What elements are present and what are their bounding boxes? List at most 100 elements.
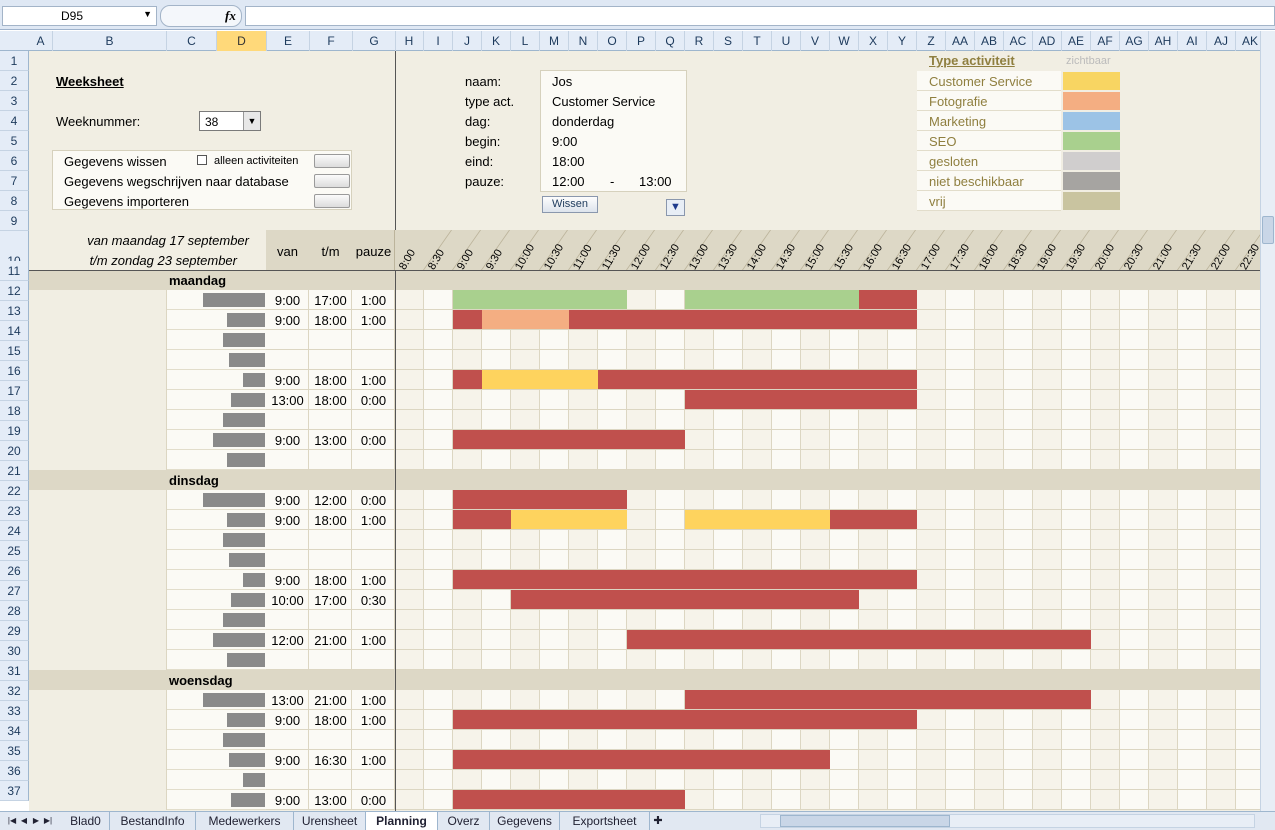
name-box[interactable]: D95 ▼: [2, 6, 157, 26]
time-cell[interactable]: [714, 490, 743, 510]
time-cell[interactable]: [395, 630, 424, 650]
column-header-d[interactable]: D: [217, 31, 267, 51]
time-cell[interactable]: [1033, 650, 1062, 670]
time-cell[interactable]: [1178, 450, 1207, 470]
pauze-cell[interactable]: [352, 330, 395, 350]
column-header-aa[interactable]: AA: [946, 31, 975, 51]
time-cell[interactable]: [830, 330, 859, 350]
time-cell[interactable]: [482, 450, 511, 470]
time-cell[interactable]: [1004, 390, 1033, 410]
time-cell[interactable]: [1178, 690, 1207, 710]
time-cell[interactable]: [1178, 410, 1207, 430]
time-cell[interactable]: [627, 510, 656, 530]
time-cell[interactable]: [1149, 610, 1178, 630]
time-cell[interactable]: [975, 390, 1004, 410]
time-cell[interactable]: [1236, 790, 1260, 810]
time-cell[interactable]: [627, 290, 656, 310]
time-cell[interactable]: [1091, 290, 1120, 310]
time-cell[interactable]: [424, 770, 453, 790]
row-header[interactable]: 21: [0, 461, 29, 481]
time-cell[interactable]: [1178, 750, 1207, 770]
time-cell[interactable]: [1062, 710, 1091, 730]
time-cell[interactable]: [1149, 690, 1178, 710]
time-cell[interactable]: [685, 770, 714, 790]
activity-bar-work[interactable]: [685, 690, 1091, 709]
time-cell[interactable]: [395, 490, 424, 510]
time-cell[interactable]: [627, 770, 656, 790]
column-header-ac[interactable]: AC: [1004, 31, 1033, 51]
row-header[interactable]: 27: [0, 581, 29, 601]
time-cell[interactable]: [1120, 390, 1149, 410]
time-cell[interactable]: [859, 730, 888, 750]
time-cell[interactable]: [1062, 550, 1091, 570]
time-cell[interactable]: [946, 510, 975, 530]
time-cell[interactable]: [1033, 510, 1062, 530]
time-cell[interactable]: [1236, 770, 1260, 790]
time-cell[interactable]: [917, 290, 946, 310]
time-cell[interactable]: [743, 490, 772, 510]
time-cell[interactable]: [830, 350, 859, 370]
time-cell[interactable]: [772, 610, 801, 630]
time-cell[interactable]: [1091, 590, 1120, 610]
time-cell[interactable]: [772, 530, 801, 550]
time-cell[interactable]: [772, 790, 801, 810]
time-cell[interactable]: [395, 390, 424, 410]
time-cell[interactable]: [1149, 730, 1178, 750]
column-header-t[interactable]: T: [743, 31, 772, 51]
time-cell[interactable]: [1120, 290, 1149, 310]
tm-cell[interactable]: [309, 530, 352, 550]
activity-bar-cs[interactable]: [511, 510, 627, 529]
row-header[interactable]: 9: [0, 211, 29, 231]
legend-swatch[interactable]: [1063, 152, 1120, 170]
time-cell[interactable]: [801, 410, 830, 430]
time-cell[interactable]: [1091, 510, 1120, 530]
time-cell[interactable]: [1236, 310, 1260, 330]
activity-bar-work[interactable]: [453, 570, 917, 589]
time-cell[interactable]: [772, 730, 801, 750]
time-cell[interactable]: [1091, 350, 1120, 370]
time-cell[interactable]: [569, 330, 598, 350]
time-cell[interactable]: [1236, 450, 1260, 470]
row-header[interactable]: 32: [0, 681, 29, 701]
time-cell[interactable]: [540, 450, 569, 470]
time-cell[interactable]: [830, 730, 859, 750]
time-cell[interactable]: [511, 410, 540, 430]
time-cell[interactable]: [917, 350, 946, 370]
time-cell[interactable]: [540, 690, 569, 710]
time-cell[interactable]: [714, 550, 743, 570]
time-cell[interactable]: [975, 310, 1004, 330]
time-cell[interactable]: [888, 530, 917, 550]
column-header-ab[interactable]: AB: [975, 31, 1004, 51]
gegevens-wissen-button[interactable]: [314, 154, 350, 168]
column-header-l[interactable]: L: [511, 31, 540, 51]
time-cell[interactable]: [1004, 710, 1033, 730]
time-cell[interactable]: [424, 730, 453, 750]
time-cell[interactable]: [888, 750, 917, 770]
time-cell[interactable]: [1091, 650, 1120, 670]
time-cell[interactable]: [772, 330, 801, 350]
time-cell[interactable]: [1236, 370, 1260, 390]
time-cell[interactable]: [453, 610, 482, 630]
time-cell[interactable]: [627, 410, 656, 430]
time-cell[interactable]: [598, 330, 627, 350]
time-cell[interactable]: [1091, 570, 1120, 590]
time-cell[interactable]: [714, 330, 743, 350]
legend-swatch[interactable]: [1063, 132, 1120, 150]
activity-bar-work[interactable]: [453, 490, 627, 509]
time-cell[interactable]: [482, 350, 511, 370]
time-cell[interactable]: [395, 570, 424, 590]
time-cell[interactable]: [511, 550, 540, 570]
wissen-button[interactable]: Wissen: [542, 196, 598, 213]
time-cell[interactable]: [1033, 330, 1062, 350]
time-cell[interactable]: [395, 550, 424, 570]
time-cell[interactable]: [888, 430, 917, 450]
time-cell[interactable]: [511, 610, 540, 630]
time-cell[interactable]: [859, 790, 888, 810]
time-cell[interactable]: [511, 450, 540, 470]
time-cell[interactable]: [627, 450, 656, 470]
pauze-cell[interactable]: [352, 450, 395, 470]
time-cell[interactable]: [801, 550, 830, 570]
time-cell[interactable]: [424, 530, 453, 550]
time-cell[interactable]: [1236, 570, 1260, 590]
time-cell[interactable]: [1004, 730, 1033, 750]
